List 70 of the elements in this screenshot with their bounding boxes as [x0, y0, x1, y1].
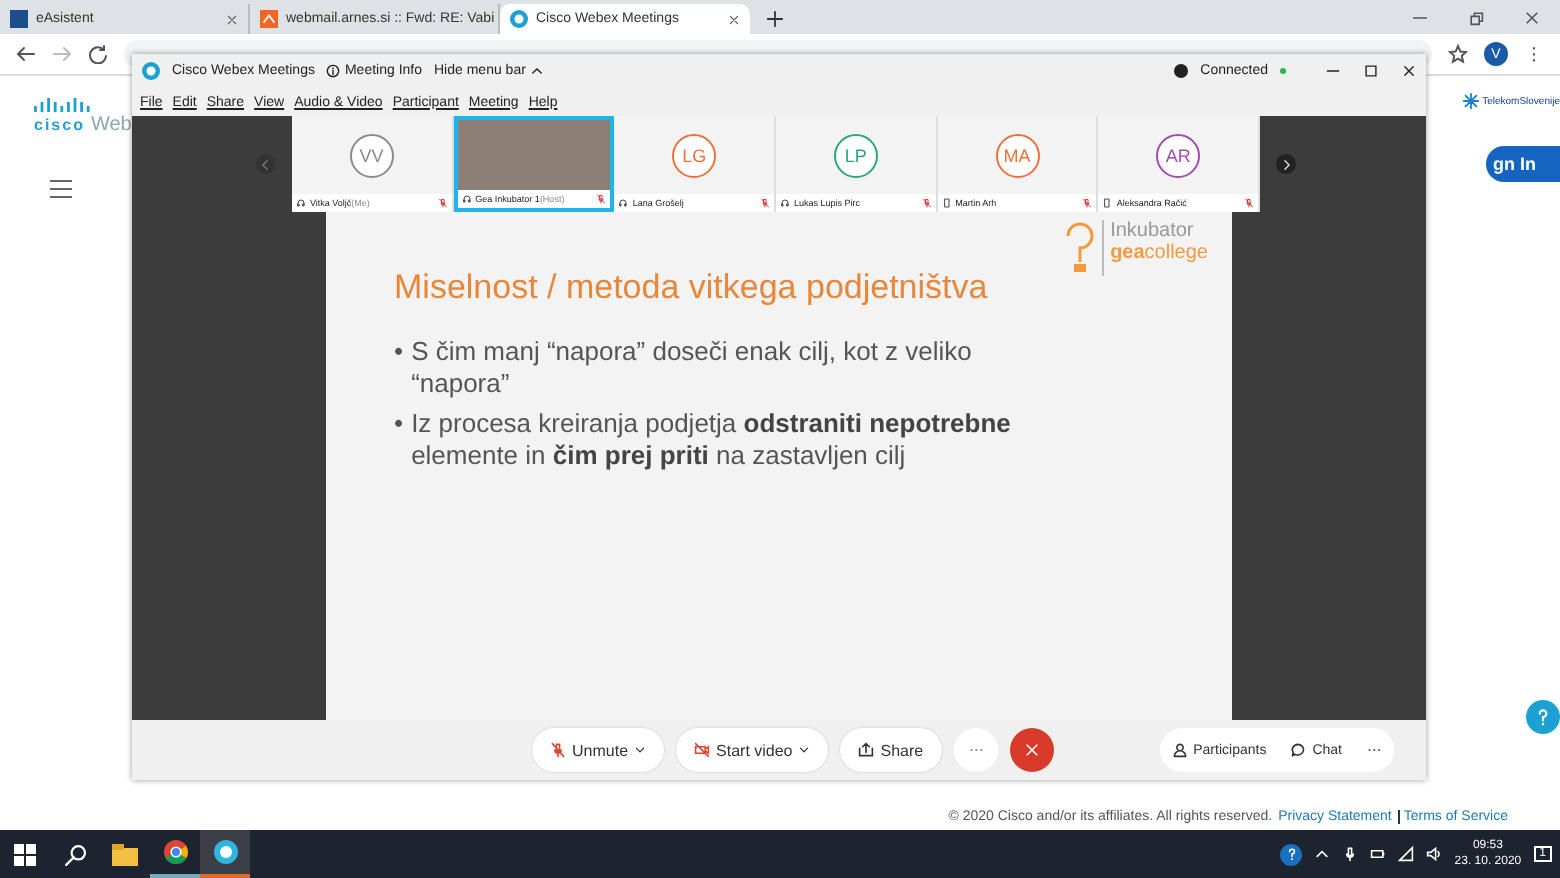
unmute-button[interactable]: Unmute	[532, 728, 665, 772]
help-button[interactable]	[1280, 843, 1303, 865]
new-tab-icon[interactable]	[766, 10, 784, 28]
chevron-up-icon[interactable]	[1314, 846, 1331, 862]
bullet-text: S čim manj “napora” doseči enak cilj, kot z veliko “napora”	[411, 336, 974, 400]
bars-icon	[34, 96, 94, 112]
share-button[interactable]: Share	[840, 728, 942, 772]
minimize-icon[interactable]	[1326, 64, 1340, 78]
bullet-text: Iz procesa kreiranja podjetja odstraniti nepotrebne elemente in čim prej priti na zastavljen cilj	[411, 408, 1013, 472]
muted-mic-icon	[921, 198, 932, 208]
mail-icon	[260, 10, 278, 28]
end-call-button[interactable]	[1009, 728, 1054, 772]
headset-icon	[295, 198, 306, 208]
muted-mic-icon	[437, 198, 448, 208]
chevron-right-icon	[1279, 157, 1294, 171]
flower-icon	[1462, 92, 1481, 110]
brand-name: Inkubator	[1110, 220, 1196, 242]
chevron-left-icon	[258, 157, 273, 171]
muted-mic-icon	[1244, 198, 1255, 208]
menu-icon[interactable]	[50, 180, 72, 198]
participant-avatar: VV	[349, 133, 394, 177]
bullet-marker: •	[394, 336, 404, 370]
next-button[interactable]	[1276, 154, 1297, 174]
person-icon	[1171, 742, 1188, 758]
muted-mic-icon	[596, 194, 607, 204]
logo-text: cisco	[34, 116, 85, 134]
camera-off-icon	[694, 742, 711, 758]
back-icon[interactable]	[16, 44, 36, 64]
start-video-button[interactable]: Start video	[676, 728, 829, 772]
share-icon	[858, 742, 875, 758]
caret-icon	[634, 744, 647, 756]
reload-icon[interactable]	[88, 44, 108, 64]
close-icon[interactable]	[728, 13, 740, 25]
participant-avatar: MA	[995, 133, 1039, 177]
muted-mic-icon	[1082, 198, 1093, 208]
phone-icon	[1102, 198, 1113, 208]
battery-icon[interactable]	[1370, 846, 1387, 862]
info-icon	[326, 64, 341, 78]
participant-avatar: LG	[672, 133, 717, 177]
caret-icon	[529, 64, 544, 78]
speaker-icon[interactable]	[1426, 846, 1443, 862]
webex-icon	[510, 10, 528, 28]
headset-icon	[461, 194, 472, 204]
close-icon	[1023, 742, 1040, 758]
microphone-icon[interactable]	[1342, 846, 1359, 862]
webex-icon	[142, 62, 160, 80]
slide-title: Miselnost / metoda vitkega podjetništva	[394, 268, 990, 308]
restore-icon[interactable]	[1468, 10, 1484, 26]
phone-icon	[941, 198, 952, 208]
question-icon	[1283, 846, 1300, 862]
caret-icon	[798, 744, 811, 756]
sign-in-button[interactable]: gn In	[1485, 146, 1560, 182]
participant-avatar: AR	[1156, 133, 1201, 177]
close-icon[interactable]	[1402, 64, 1416, 78]
brand-name: geacollege	[1110, 242, 1208, 264]
participant-avatar: LP	[833, 133, 878, 177]
status-dot	[1280, 68, 1286, 74]
headset-icon	[618, 198, 629, 208]
easistent-icon	[10, 10, 28, 28]
chat-icon	[1290, 742, 1307, 758]
maximize-icon[interactable]	[1364, 64, 1378, 78]
webex-icon[interactable]	[200, 830, 250, 878]
product-name: Web	[90, 114, 132, 136]
headset-icon	[780, 198, 790, 208]
search-icon[interactable]	[64, 843, 86, 865]
connection-icon	[1174, 64, 1189, 78]
muted-mic-icon	[760, 198, 770, 208]
star-icon[interactable]	[1448, 44, 1468, 64]
bullet-marker: •	[394, 408, 404, 442]
muted-mic-icon	[550, 742, 566, 758]
